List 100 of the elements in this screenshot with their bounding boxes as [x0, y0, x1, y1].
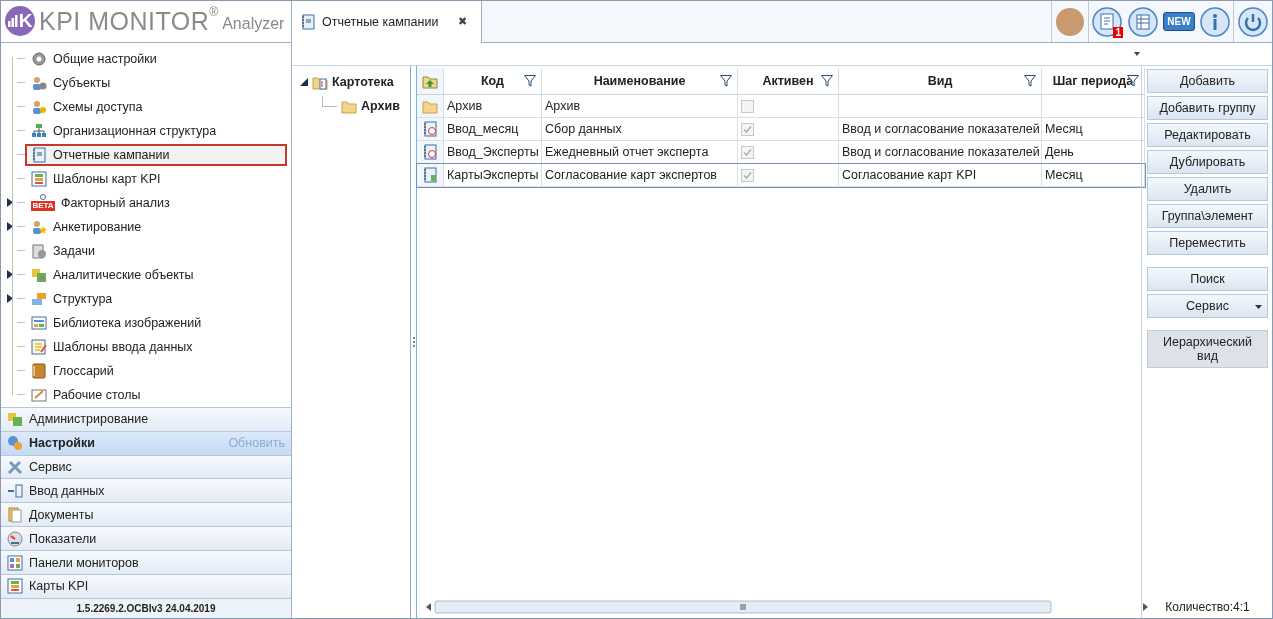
blocks-icon: [31, 290, 47, 307]
table-row[interactable]: Ввод_Эксперты Ежедневный отчет эксперта Ввод и согласование показателей День: [417, 141, 1145, 164]
form-icon: [7, 578, 23, 595]
action-button[interactable]: Дублировать: [1147, 150, 1268, 174]
new-button[interactable]: NEW: [1163, 12, 1195, 31]
gauge-icon: [7, 530, 23, 547]
gear-icon: [31, 50, 47, 67]
table-cell: Архив: [444, 95, 542, 117]
cubes-icon: [7, 411, 23, 428]
folder-up-icon: [422, 73, 438, 89]
documents-icon: [7, 506, 23, 523]
nav-section[interactable]: Документы: [1, 502, 291, 527]
action-button[interactable]: Удалить: [1147, 177, 1268, 201]
sidebar-item[interactable]: BETA Факторный анализ: [25, 191, 287, 214]
table-cell: Согласование карт экспертов: [542, 164, 738, 186]
nav-section[interactable]: Администрирование: [1, 406, 291, 431]
column-header[interactable]: Активен: [738, 68, 839, 94]
sidebar-item[interactable]: Библиотека изображений: [25, 311, 287, 334]
nav-section[interactable]: Настройки Обновить: [1, 430, 291, 455]
folder-tree-item[interactable]: Картотека: [312, 74, 394, 90]
notebook-gauge-icon: [422, 121, 438, 137]
avatar[interactable]: [1056, 7, 1084, 36]
sidebar-item[interactable]: Глоссарий: [25, 359, 287, 382]
logo-text: KPI MONITOR: [39, 6, 210, 36]
info-icon[interactable]: [1200, 6, 1230, 37]
sidebar-item[interactable]: Шаблоны ввода данных: [25, 335, 287, 358]
table-cell: Ввод и согласование показателей: [839, 118, 1042, 140]
action-button[interactable]: Редактировать: [1147, 123, 1268, 147]
record-count: Количество:4:1: [1164, 600, 1251, 614]
form-icon: [31, 338, 47, 355]
flow-icon: [7, 482, 23, 499]
version-text: 1.5.2269.2.OCBIv3 24.04.2019: [1, 597, 291, 618]
action-button[interactable]: Переместить: [1147, 231, 1268, 255]
go-up-button[interactable]: [417, 68, 444, 94]
action-button[interactable]: Поиск: [1147, 267, 1268, 291]
toggle-button[interactable]: Иерархический вид: [1147, 330, 1268, 368]
table-row[interactable]: КартыЭксперты Согласование карт экспертов Согласование карт KPI Месяц: [417, 164, 1145, 187]
filter-icon: [524, 75, 536, 87]
notebook-form-icon: [422, 167, 438, 183]
clipboard-icon: [31, 242, 47, 259]
action-button[interactable]: Добавить: [1147, 69, 1268, 93]
table-cell: Сбор данных: [542, 118, 738, 140]
nav-section[interactable]: Показатели: [1, 526, 291, 551]
column-header[interactable]: Код: [444, 68, 542, 94]
table-cell: Ежедневный отчет эксперта: [542, 141, 738, 163]
people-icon: [31, 218, 47, 235]
folder-tree-item[interactable]: Архив: [341, 98, 400, 114]
sidebar-item[interactable]: Организационная структура: [25, 119, 287, 142]
filter-icon: [1024, 75, 1036, 87]
table-row[interactable]: Архив Архив: [417, 95, 1145, 118]
sidebar-item[interactable]: Субъекты: [25, 71, 287, 94]
card-folder-icon: [312, 74, 328, 90]
action-button[interactable]: Добавить группу: [1147, 96, 1268, 120]
table-cell: Месяц: [1042, 164, 1145, 186]
nav-section[interactable]: Панели мониторов: [1, 550, 291, 575]
dropdown-arrow-icon: [1134, 52, 1140, 56]
sidebar-item[interactable]: Отчетные кампании: [25, 143, 287, 166]
column-header[interactable]: Наименование: [542, 68, 738, 94]
table-cell: Ввод_месяц: [444, 118, 542, 140]
sidebar-item[interactable]: Анкетирование: [25, 215, 287, 238]
table-cell: Ввод и согласование показателей: [839, 141, 1042, 163]
grip-icon: [412, 337, 415, 347]
table-cell: Месяц: [1042, 118, 1145, 140]
picture-icon: [31, 314, 47, 331]
notebook-icon[interactable]: [1092, 6, 1122, 37]
book-icon: [31, 362, 47, 379]
dropdown-button[interactable]: Сервис: [1147, 294, 1268, 318]
sidebar-item[interactable]: Общие настройки: [25, 47, 287, 70]
cubes-icon: [31, 266, 47, 283]
nav-section[interactable]: Сервис: [1, 454, 291, 479]
table-cell: Согласование карт KPI: [839, 164, 1042, 186]
table-row[interactable]: Ввод_месяц Сбор данных Ввод и согласование показателей Месяц: [417, 118, 1145, 141]
table-cell: КартыЭксперты: [444, 164, 542, 186]
sidebar-item[interactable]: Шаблоны карт KPI: [25, 167, 287, 190]
column-header[interactable]: Шаг периода: [1042, 68, 1145, 94]
action-button[interactable]: Группа\элемент: [1147, 204, 1268, 228]
registered-mark: ®: [209, 5, 219, 19]
dashboard-icon: [7, 554, 23, 571]
table-cell: Архив: [542, 95, 738, 117]
sidebar-item[interactable]: Аналитические объекты: [25, 263, 287, 286]
document-tab[interactable]: Отчетные кампании ✖: [292, 1, 483, 44]
power-icon[interactable]: [1238, 6, 1268, 37]
caret-icon: [1255, 305, 1262, 309]
sidebar-item[interactable]: Структура: [25, 287, 287, 310]
notebook-gauge-icon: [422, 144, 438, 160]
sidebar-item[interactable]: Задачи: [25, 239, 287, 262]
table-cell: Ввод_Эксперты: [444, 141, 542, 163]
nav-section[interactable]: Карты KPI: [1, 574, 291, 598]
table-cell: День: [1042, 141, 1145, 163]
bars-icon: [7, 15, 18, 28]
folder-icon: [341, 98, 357, 114]
logo-subtitle: Analyzer: [222, 15, 285, 34]
people-icon: [31, 74, 47, 91]
sidebar-item[interactable]: Рабочие столы: [25, 383, 287, 406]
column-header[interactable]: Вид: [839, 68, 1042, 94]
table-icon[interactable]: [1128, 6, 1158, 37]
close-button[interactable]: ✖: [458, 15, 468, 28]
nav-section[interactable]: Ввод данных: [1, 478, 291, 503]
sidebar-item[interactable]: Схемы доступа: [25, 95, 287, 118]
pencil-board-icon: [31, 386, 47, 403]
